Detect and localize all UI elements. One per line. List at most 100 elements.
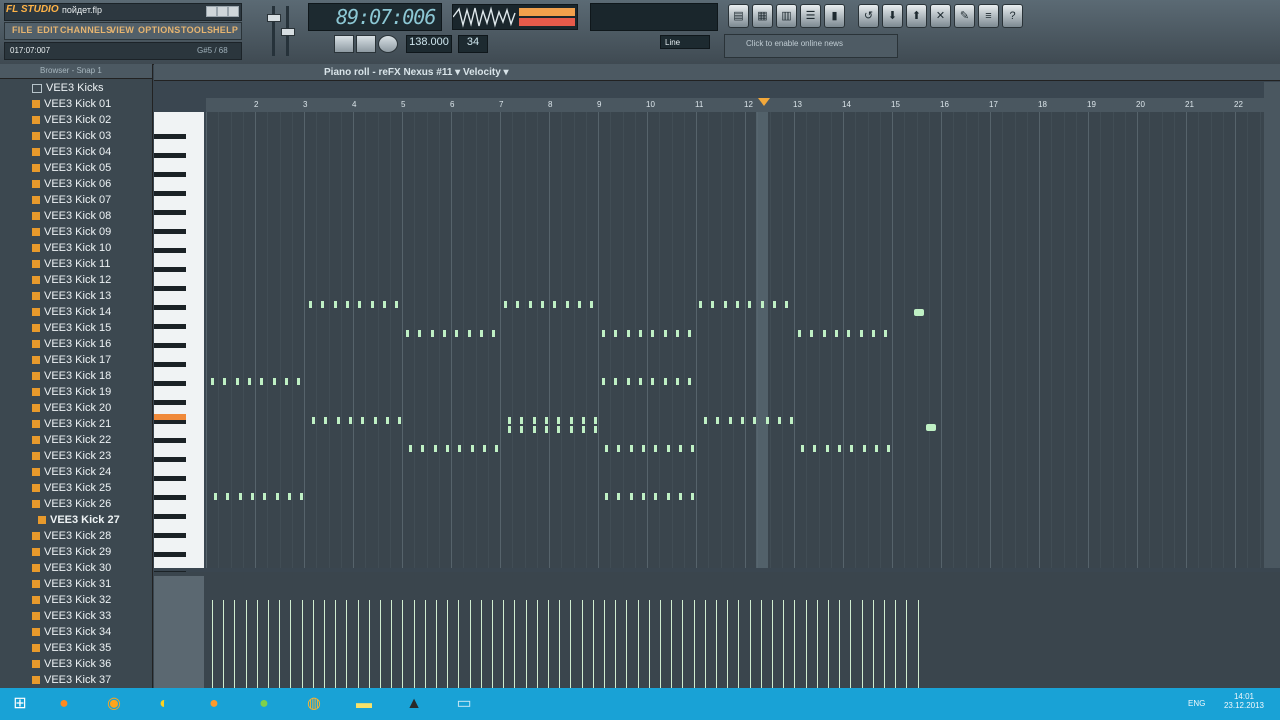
pause-button[interactable] <box>334 35 354 53</box>
note[interactable] <box>651 378 655 385</box>
velocity-bar[interactable] <box>917 600 919 688</box>
note[interactable] <box>247 378 251 385</box>
browser-app-icon[interactable]: ◐ <box>146 691 182 717</box>
note[interactable] <box>871 330 875 337</box>
close-button[interactable] <box>228 6 239 17</box>
velocity-bar[interactable] <box>839 600 841 688</box>
velocity-bar[interactable] <box>424 600 426 688</box>
pattern-selector[interactable]: 34 <box>458 35 488 53</box>
note[interactable] <box>813 445 817 452</box>
selected-note[interactable] <box>914 309 924 316</box>
velocity-bar[interactable] <box>480 600 482 688</box>
note[interactable] <box>557 417 561 424</box>
black-key[interactable] <box>154 286 186 291</box>
black-key[interactable] <box>154 381 186 386</box>
note[interactable] <box>602 330 605 337</box>
browser-item[interactable]: VEE3 Kick 10 <box>32 240 111 256</box>
note[interactable] <box>312 417 315 424</box>
velocity-bar[interactable] <box>637 600 639 688</box>
velocity-bar[interactable] <box>256 600 258 688</box>
browser-item[interactable]: VEE3 Kick 11 <box>32 256 110 272</box>
velocity-bar[interactable] <box>716 600 717 688</box>
note[interactable] <box>430 330 434 337</box>
note[interactable] <box>663 330 667 337</box>
browser-item[interactable]: VEE3 Kick 28 <box>32 528 111 544</box>
velocity-panel[interactable] <box>154 572 1280 688</box>
note[interactable] <box>495 445 499 452</box>
note[interactable] <box>772 301 776 308</box>
note[interactable] <box>594 417 598 424</box>
note[interactable] <box>666 445 670 452</box>
note[interactable] <box>605 493 608 500</box>
playhead-marker[interactable] <box>758 98 770 106</box>
minimize-button[interactable] <box>206 6 217 17</box>
note[interactable] <box>605 445 608 452</box>
velocity-bar[interactable] <box>469 600 471 688</box>
note[interactable] <box>361 417 365 424</box>
save-icon[interactable]: ⬇ <box>882 4 903 28</box>
velocity-bar[interactable] <box>704 600 706 688</box>
black-key[interactable] <box>154 305 186 310</box>
black-key[interactable] <box>154 134 186 139</box>
velocity-bar[interactable] <box>458 600 460 688</box>
note[interactable] <box>638 330 642 337</box>
note[interactable] <box>406 330 409 337</box>
note[interactable] <box>336 417 340 424</box>
velocity-bar[interactable] <box>234 600 236 688</box>
note[interactable] <box>226 493 230 500</box>
tools-icon[interactable]: ✎ <box>954 4 975 28</box>
browser-folder[interactable]: VEE3 Kicks <box>32 80 103 96</box>
browser-item[interactable]: VEE3 Kick 27 <box>38 512 120 528</box>
note[interactable] <box>614 378 618 385</box>
note[interactable] <box>370 301 374 308</box>
note[interactable] <box>373 417 377 424</box>
velocity-bar[interactable] <box>324 600 325 688</box>
note[interactable] <box>520 417 524 424</box>
velocity-bar[interactable] <box>581 600 583 688</box>
velocity-bar[interactable] <box>772 600 773 688</box>
note[interactable] <box>214 493 217 500</box>
velocity-bar[interactable] <box>828 600 829 688</box>
note[interactable] <box>748 301 752 308</box>
note[interactable] <box>324 417 328 424</box>
note[interactable] <box>492 330 496 337</box>
note[interactable] <box>798 330 801 337</box>
note[interactable] <box>565 301 569 308</box>
velocity-bar[interactable] <box>548 600 549 688</box>
note[interactable] <box>617 445 621 452</box>
velocity-bar[interactable] <box>693 600 695 688</box>
note[interactable] <box>540 301 544 308</box>
note[interactable] <box>455 330 459 337</box>
note[interactable] <box>626 330 630 337</box>
playlist-icon[interactable]: ▤ <box>728 4 749 28</box>
browser-item[interactable]: VEE3 Kick 06 <box>32 176 111 192</box>
browser-item[interactable]: VEE3 Kick 17 <box>32 352 111 368</box>
note[interactable] <box>711 301 715 308</box>
velocity-bar[interactable] <box>391 600 393 688</box>
note[interactable] <box>678 493 682 500</box>
browser-item[interactable]: VEE3 Kick 08 <box>32 208 111 224</box>
note[interactable] <box>654 445 658 452</box>
note[interactable] <box>884 330 888 337</box>
browser-item[interactable]: VEE3 Kick 23 <box>32 448 111 464</box>
velocity-bar[interactable] <box>436 600 437 688</box>
note[interactable] <box>479 330 483 337</box>
browser-item[interactable]: VEE3 Kick 13 <box>32 288 111 304</box>
note[interactable] <box>528 301 532 308</box>
velocity-bar[interactable] <box>660 600 661 688</box>
browser-item[interactable]: VEE3 Kick 14 <box>32 304 111 320</box>
browser-icon[interactable]: ☰ <box>800 4 821 28</box>
note[interactable] <box>482 445 486 452</box>
black-key[interactable] <box>154 457 186 462</box>
note[interactable] <box>467 330 471 337</box>
menu-file[interactable]: FILE <box>12 25 33 35</box>
menu-view[interactable]: VIEW <box>110 25 134 35</box>
step-sequencer-icon[interactable]: ▦ <box>752 4 773 28</box>
note[interactable] <box>790 417 794 424</box>
note[interactable] <box>822 330 826 337</box>
note[interactable] <box>666 493 670 500</box>
velocity-bar[interactable] <box>268 600 269 688</box>
velocity-bar[interactable] <box>626 600 628 688</box>
note[interactable] <box>825 445 829 452</box>
notes-app-icon[interactable]: ▬ <box>346 691 382 717</box>
